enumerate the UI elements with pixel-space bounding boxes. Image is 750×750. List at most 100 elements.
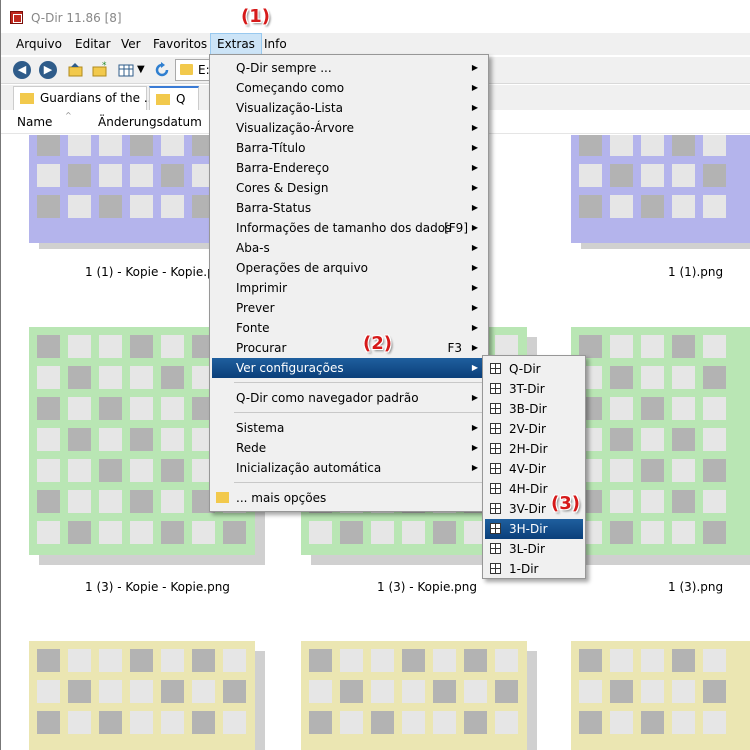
annotation-marker-1: (1) bbox=[241, 6, 270, 27]
submenu-arrow-icon: ▶ bbox=[471, 63, 478, 72]
tab-q[interactable]: Q bbox=[149, 86, 199, 110]
3b-layout-icon bbox=[490, 403, 501, 414]
3v-layout-icon bbox=[490, 503, 501, 514]
thumb-cell bbox=[371, 680, 394, 703]
title-bar: Q-Dir 11.86 [8] (1) bbox=[1, 0, 750, 31]
forward-icon[interactable]: ▶ bbox=[39, 61, 57, 79]
view-mode-icon[interactable] bbox=[117, 61, 135, 79]
menu-item-fonte[interactable]: Fonte ▶ bbox=[212, 318, 486, 338]
tab-guardians[interactable]: Guardians of the ... bbox=[13, 86, 155, 110]
thumb-cell bbox=[68, 490, 91, 513]
submenu-item-4v-dir[interactable]: 4V-Dir bbox=[485, 459, 583, 479]
file-item[interactable] bbox=[567, 323, 750, 573]
submenu-item-3h-dir[interactable]: 3H-Dir bbox=[485, 519, 583, 539]
file-thumbnail bbox=[567, 637, 750, 750]
folder-icon bbox=[180, 64, 193, 75]
thumb-cell bbox=[130, 397, 153, 420]
thumb-cell bbox=[610, 649, 633, 672]
thumb-cell bbox=[641, 335, 664, 358]
thumb-cell bbox=[161, 335, 184, 358]
menu-item-barra-status[interactable]: Barra-Status ▶ bbox=[212, 198, 486, 218]
refresh-icon[interactable] bbox=[153, 61, 171, 79]
svg-text:*: * bbox=[102, 61, 107, 71]
submenu-item-2v-dir[interactable]: 2V-Dir bbox=[485, 419, 583, 439]
thumb-cell bbox=[672, 164, 695, 187]
submenu-item-2h-dir[interactable]: 2H-Dir bbox=[485, 439, 583, 459]
thumb-cell bbox=[340, 711, 363, 734]
thumb-cell bbox=[579, 680, 602, 703]
menu-item-mais-opcoes[interactable]: ... mais opções bbox=[212, 488, 486, 508]
tab-label: Q bbox=[176, 92, 186, 106]
submenu-item-3t-dir[interactable]: 3T-Dir bbox=[485, 379, 583, 399]
menu-item-informacoes-de-tamanho-dos-dados[interactable]: Informações de tamanho dos dados [F9] ▶ bbox=[212, 218, 486, 238]
menu-item-comecando-como[interactable]: Começando como ▶ bbox=[212, 78, 486, 98]
thumb-cell bbox=[161, 428, 184, 451]
menu-item-cores-design[interactable]: Cores & Design ▶ bbox=[212, 178, 486, 198]
thumb-cell bbox=[433, 711, 456, 734]
menu-item-visualizacao-lista[interactable]: Visualização-Lista ▶ bbox=[212, 98, 486, 118]
menu-item-ver-configuracoes[interactable]: Ver configurações ▶ bbox=[212, 358, 486, 378]
menu-item-aba-s[interactable]: Aba-s ▶ bbox=[212, 238, 486, 258]
menu-item-inicializacao-automatica[interactable]: Inicialização automática ▶ bbox=[212, 458, 486, 478]
thumb-cell bbox=[37, 680, 60, 703]
menu-item-label: Ver configurações bbox=[236, 361, 344, 375]
file-item[interactable] bbox=[297, 637, 543, 750]
thumb-cell bbox=[309, 711, 332, 734]
submenu-item-3b-dir[interactable]: 3B-Dir bbox=[485, 399, 583, 419]
column-date[interactable]: Änderungsdatum bbox=[98, 115, 202, 129]
thumb-cell bbox=[223, 680, 246, 703]
sort-arrow-icon: ^ bbox=[65, 111, 72, 120]
submenu-item-3l-dir[interactable]: 3L-Dir bbox=[485, 539, 583, 559]
thumb-cell bbox=[464, 680, 487, 703]
file-item[interactable] bbox=[567, 135, 750, 265]
column-name[interactable]: Name ^ bbox=[17, 111, 72, 129]
tab-label: Guardians of the ... bbox=[40, 91, 156, 105]
submenu-item-label: 2V-Dir bbox=[509, 422, 546, 436]
menu-item-barra-titulo[interactable]: Barra-Título ▶ bbox=[212, 138, 486, 158]
menu-item-procurar[interactable]: Procurar F3 ▶ bbox=[212, 338, 486, 358]
file-caption: 1 (3) - Kopie - Kopie.png bbox=[85, 580, 230, 594]
menu-item-imprimir[interactable]: Imprimir ▶ bbox=[212, 278, 486, 298]
thumb-cell bbox=[37, 135, 60, 156]
menu-item-rede[interactable]: Rede ▶ bbox=[212, 438, 486, 458]
menu-item-visualizacao-arvore[interactable]: Visualização-Árvore ▶ bbox=[212, 118, 486, 138]
thumb-cell bbox=[37, 490, 60, 513]
thumb-cell bbox=[703, 459, 726, 482]
new-folder-icon[interactable]: * bbox=[91, 61, 109, 79]
thumb-cell bbox=[192, 649, 215, 672]
file-item[interactable] bbox=[25, 637, 271, 750]
menu-arquivo[interactable]: Arquivo bbox=[10, 33, 68, 55]
file-item[interactable] bbox=[567, 637, 750, 750]
thumb-cell bbox=[672, 490, 695, 513]
menu-item-barra-endereco[interactable]: Barra-Endereço ▶ bbox=[212, 158, 486, 178]
menu-item-label: Visualização-Árvore bbox=[236, 121, 355, 135]
menu-item-q-dir-como-navegador-padrao[interactable]: Q-Dir como navegador padrão ▶ bbox=[212, 388, 486, 408]
app-icon[interactable] bbox=[10, 11, 23, 24]
back-icon[interactable]: ◀ bbox=[13, 61, 31, 79]
2v-layout-icon bbox=[490, 423, 501, 434]
menu-editar[interactable]: Editar bbox=[69, 33, 117, 55]
menu-item-sistema[interactable]: Sistema ▶ bbox=[212, 418, 486, 438]
submenu-item-1-dir[interactable]: 1-Dir bbox=[485, 559, 583, 579]
thumb-cell bbox=[610, 135, 633, 156]
thumb-cell bbox=[130, 366, 153, 389]
file-thumbnail bbox=[567, 323, 750, 573]
menu-favoritos[interactable]: Favoritos bbox=[147, 33, 213, 55]
thumb-cell bbox=[340, 680, 363, 703]
menu-info[interactable]: Info bbox=[258, 33, 293, 55]
file-thumbnail bbox=[297, 637, 543, 750]
menu-item-prever[interactable]: Prever ▶ bbox=[212, 298, 486, 318]
menu-ver[interactable]: Ver bbox=[115, 33, 147, 55]
menu-item-q-dir-sempre[interactable]: Q-Dir sempre ... ▶ bbox=[212, 58, 486, 78]
thumb-cell bbox=[99, 366, 122, 389]
submenu-item-label: 1-Dir bbox=[509, 562, 539, 576]
submenu-item-q-dir[interactable]: Q-Dir bbox=[485, 359, 583, 379]
thumb-cell bbox=[402, 649, 425, 672]
up-folder-icon[interactable] bbox=[67, 61, 85, 79]
menu-item-operacoes-de-arquivo[interactable]: Operações de arquivo ▶ bbox=[212, 258, 486, 278]
thumb-cell bbox=[495, 649, 518, 672]
menu-extras[interactable]: Extras bbox=[210, 33, 262, 55]
thumb-cell bbox=[610, 335, 633, 358]
address-text: E: bbox=[198, 63, 210, 77]
file-caption: 1 (3).png bbox=[668, 580, 724, 594]
